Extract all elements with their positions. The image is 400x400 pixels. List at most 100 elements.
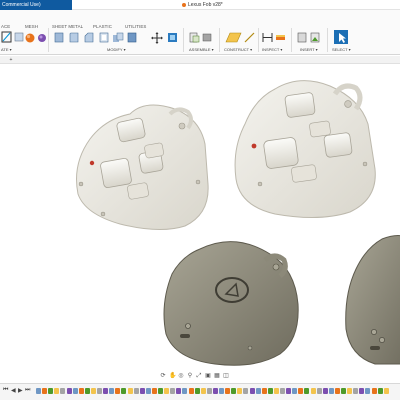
timeline-feature[interactable]: [237, 388, 243, 394]
timeline-feature[interactable]: [182, 388, 188, 394]
fob-back-right-model[interactable]: [345, 235, 400, 365]
offset-plane-icon[interactable]: [225, 32, 242, 43]
fob-back-left-model[interactable]: [163, 241, 299, 366]
display-icon[interactable]: ▣: [205, 373, 211, 379]
timeline-feature[interactable]: [72, 388, 78, 394]
sphere-icon[interactable]: [25, 33, 35, 43]
timeline-feature[interactable]: [206, 388, 212, 394]
viewports-icon[interactable]: ◫: [223, 373, 229, 379]
create-sketch-icon[interactable]: [1, 31, 12, 43]
timeline-feature[interactable]: [139, 388, 145, 394]
insert-image-icon[interactable]: [310, 32, 320, 43]
fit-icon[interactable]: ⤢: [196, 373, 202, 379]
timeline-feature[interactable]: [371, 388, 377, 394]
timeline-feature[interactable]: [341, 388, 346, 394]
timeline-feature[interactable]: [347, 388, 353, 394]
timeline-feature[interactable]: [255, 388, 261, 394]
timeline-feature[interactable]: [145, 388, 151, 394]
chamfer-icon[interactable]: [84, 32, 94, 43]
timeline-feature[interactable]: [170, 388, 176, 394]
orbit-icon[interactable]: ⟳: [160, 373, 166, 379]
new-component-icon[interactable]: [189, 32, 200, 43]
timeline-feature[interactable]: [365, 388, 371, 394]
grid-icon[interactable]: ▦: [214, 373, 220, 379]
group-label-construct[interactable]: CONSTRUCT ▾: [224, 47, 252, 52]
timeline-feature[interactable]: [231, 388, 237, 394]
insert-mesh-icon[interactable]: [297, 32, 307, 43]
group-label-inspect[interactable]: INSPECT ▾: [262, 47, 282, 52]
timeline-feature[interactable]: [286, 388, 292, 394]
timeline-feature[interactable]: [151, 388, 157, 394]
add-button[interactable]: +: [8, 57, 14, 63]
timeline-feature[interactable]: [115, 388, 121, 394]
group-label-create[interactable]: ATE ▾: [1, 47, 12, 52]
timeline-feature[interactable]: [103, 388, 109, 394]
fillet-icon[interactable]: [69, 32, 79, 43]
timeline-feature[interactable]: [353, 388, 359, 394]
timeline-feature[interactable]: [127, 388, 133, 394]
timeline-feature[interactable]: [219, 388, 224, 394]
timeline-feature[interactable]: [194, 388, 200, 394]
interference-icon[interactable]: [276, 35, 285, 40]
timeline-feature[interactable]: [188, 388, 194, 394]
timeline-feature[interactable]: [42, 388, 48, 394]
viewport-canvas[interactable]: [0, 64, 400, 370]
timeline-feature[interactable]: [316, 388, 322, 394]
timeline-feature[interactable]: [334, 388, 340, 394]
coil-icon[interactable]: [38, 34, 46, 42]
timeline-feature[interactable]: [225, 388, 231, 394]
shell-icon[interactable]: [99, 32, 109, 43]
timeline-feature[interactable]: [158, 388, 163, 394]
timeline-feature[interactable]: [78, 388, 84, 394]
group-label-insert[interactable]: INSERT ▾: [300, 47, 318, 52]
align-icon[interactable]: [168, 33, 177, 42]
timeline-feature[interactable]: [243, 388, 249, 394]
timeline-feature[interactable]: [66, 388, 72, 394]
timeline-feature[interactable]: [164, 388, 170, 394]
timeline-feature[interactable]: [212, 388, 218, 394]
timeline-end-button[interactable]: ⏭: [25, 387, 30, 394]
timeline-feature[interactable]: [249, 388, 255, 394]
timeline-play-button[interactable]: ▶: [18, 387, 23, 394]
select-icon[interactable]: [334, 30, 348, 44]
timeline-feature[interactable]: [328, 388, 334, 394]
timeline-feature[interactable]: [292, 388, 298, 394]
look-at-icon[interactable]: ◎: [178, 373, 184, 379]
pan-icon[interactable]: ✋: [169, 373, 176, 379]
timeline-start-button[interactable]: ⏮: [3, 387, 8, 394]
timeline-feature[interactable]: [97, 388, 102, 394]
zoom-icon[interactable]: ⚲: [187, 373, 193, 379]
timeline-feature[interactable]: [84, 388, 90, 394]
fob-front-left-model[interactable]: [76, 104, 209, 231]
group-label-select[interactable]: SELECT ▾: [332, 47, 351, 52]
timeline-feature[interactable]: [273, 388, 279, 394]
replace-face-icon[interactable]: [127, 32, 137, 43]
timeline-feature[interactable]: [109, 388, 115, 394]
joint-icon[interactable]: [202, 33, 212, 42]
timeline-feature[interactable]: [310, 388, 316, 394]
timeline-feature[interactable]: [54, 388, 60, 394]
timeline-feature[interactable]: [121, 388, 127, 394]
group-label-assemble[interactable]: ASSEMBLE ▾: [189, 47, 214, 52]
timeline-feature[interactable]: [359, 388, 365, 394]
fob-front-right-model[interactable]: [234, 80, 376, 219]
timeline-feature[interactable]: [377, 388, 383, 394]
axis-icon[interactable]: [244, 32, 255, 43]
combine-icon[interactable]: [113, 32, 124, 42]
rectangle-icon[interactable]: [14, 32, 24, 42]
timeline-feature[interactable]: [298, 388, 304, 394]
move-icon[interactable]: [151, 32, 163, 44]
timeline-feature[interactable]: [261, 388, 267, 394]
timeline-feature[interactable]: [383, 388, 389, 394]
group-label-modify[interactable]: MODIFY ▾: [107, 47, 126, 52]
press-pull-icon[interactable]: [54, 32, 64, 43]
timeline-feature[interactable]: [322, 388, 328, 394]
timeline-feature[interactable]: [280, 388, 285, 394]
timeline-feature[interactable]: [90, 388, 96, 394]
timeline-feature[interactable]: [176, 388, 182, 394]
timeline-feature[interactable]: [200, 388, 206, 394]
timeline-feature[interactable]: [133, 388, 139, 394]
measure-icon[interactable]: [262, 33, 273, 42]
timeline-feature[interactable]: [36, 388, 41, 394]
timeline-feature[interactable]: [60, 388, 66, 394]
